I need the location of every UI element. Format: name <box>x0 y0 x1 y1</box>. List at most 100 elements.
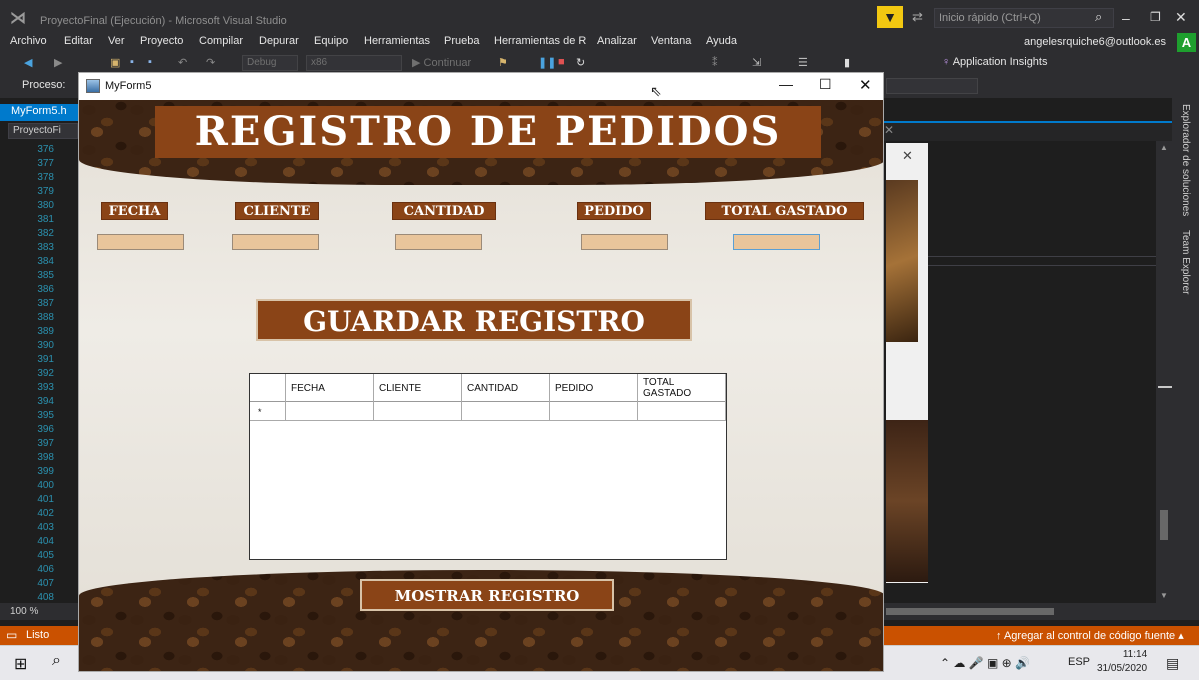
clock-time[interactable]: 11:14 <box>1110 649 1160 660</box>
notification-icon[interactable]: ▤ <box>1166 655 1179 672</box>
menu-depurar[interactable]: Depurar <box>259 35 299 47</box>
grid-cell[interactable] <box>462 402 550 421</box>
line-number: 406 <box>37 564 54 575</box>
new-row-marker: * <box>258 407 262 417</box>
close-icon[interactable]: ✕ <box>884 123 894 137</box>
bookmark-icon[interactable]: ▮ <box>844 56 850 69</box>
back-icon[interactable]: ◀ <box>24 56 32 69</box>
menu-compilar[interactable]: Compilar <box>199 35 243 47</box>
form-maximize-button[interactable]: ☐ <box>819 76 832 93</box>
mouse-cursor-icon: ⇖ <box>650 83 662 99</box>
menu-equipo[interactable]: Equipo <box>314 35 348 47</box>
form-minimize-button[interactable]: — <box>779 76 793 92</box>
menu-prueba[interactable]: Prueba <box>444 35 479 47</box>
vs-close-button[interactable]: ✕ <box>1175 9 1187 26</box>
guardar-registro-button[interactable]: GUARDAR REGISTRO <box>256 299 692 341</box>
account-email[interactable]: angelesrquiche6@outlook.es <box>1024 36 1166 48</box>
grid-row-header[interactable] <box>250 402 286 421</box>
scroll-thumb[interactable] <box>886 608 1054 615</box>
menu-ver[interactable]: Ver <box>108 35 125 47</box>
feedback-icon[interactable]: ⇄ <box>912 9 923 25</box>
line-number: 396 <box>37 424 54 435</box>
grid-col-fecha[interactable]: FECHA <box>286 374 374 402</box>
menu-archivo[interactable]: Archivo <box>10 35 47 47</box>
forward-icon[interactable]: ▶ <box>54 56 62 69</box>
open-folder-icon[interactable]: ▣ <box>110 56 120 69</box>
line-number: 399 <box>37 466 54 477</box>
vs-minimize-button[interactable]: – <box>1122 10 1130 26</box>
grid-cell[interactable] <box>638 402 726 421</box>
windows-start-icon[interactable]: ⊞ <box>14 654 27 674</box>
tab-file-name[interactable]: MyForm5.h <box>11 105 67 117</box>
scroll-thumb[interactable] <box>1160 510 1168 540</box>
pause-icon[interactable]: ❚❚ <box>538 56 556 69</box>
line-number-gutter: 376 377 378 379 380 381 382 383 384 385 386 387 388 3… <box>0 141 78 603</box>
app-insights-button[interactable]: ♀ Application Insights <box>942 56 1047 68</box>
form-close-button[interactable]: ✕ <box>859 76 872 94</box>
grid-cell[interactable] <box>550 402 638 421</box>
menu-ventana[interactable]: Ventana <box>651 35 691 47</box>
menu-herramientas-r[interactable]: Herramientas de R <box>494 35 586 47</box>
form-title-bar <box>79 73 883 100</box>
form-app-icon[interactable] <box>86 79 100 93</box>
menu-analizar[interactable]: Analizar <box>597 35 637 47</box>
scroll-up-icon[interactable]: ▲ <box>1160 143 1168 152</box>
save-all-icon[interactable]: ▪ <box>148 56 152 68</box>
grid-col-cliente[interactable]: CLIENTE <box>374 374 462 402</box>
notification-filter-icon[interactable]: ▼ <box>877 6 903 28</box>
grid-cell[interactable] <box>286 402 374 421</box>
line-number: 390 <box>37 340 54 351</box>
platform-select[interactable]: x86 <box>306 55 402 71</box>
menu-herramientas[interactable]: Herramientas <box>364 35 430 47</box>
line-number: 394 <box>37 396 54 407</box>
source-control-button[interactable]: ↑ Agregar al control de código fuente ▴ <box>996 629 1184 642</box>
input-language[interactable]: ESP <box>1068 656 1090 668</box>
editor-divider <box>928 256 1156 266</box>
team-explorer-tab[interactable]: Team Explorer <box>1180 230 1191 294</box>
right-tab-bar <box>884 121 1172 141</box>
account-avatar[interactable]: A <box>1177 33 1196 52</box>
clock-date[interactable]: 31/05/2020 <box>1097 663 1147 674</box>
thread-select[interactable] <box>886 78 978 94</box>
mostrar-registro-button[interactable]: MOSTRAR REGISTRO <box>360 579 614 611</box>
stop-icon[interactable]: ■ <box>558 56 565 68</box>
search-icon[interactable]: ⌕ <box>52 652 61 670</box>
system-tray-icons[interactable]: ⌃ ☁ 🎤 ▣ ⊕ 🔊 <box>940 656 1030 670</box>
grid-col-cantidad[interactable]: CANTIDAD <box>462 374 550 402</box>
project-nav-select[interactable]: ProyectoFi <box>8 123 78 139</box>
records-data-grid[interactable]: FECHA CLIENTE CANTIDAD PEDIDO TOTAL GAST… <box>249 373 727 560</box>
search-icon[interactable]: ⌕ <box>1095 9 1102 25</box>
menu-editar[interactable]: Editar <box>64 35 93 47</box>
scroll-down-icon[interactable]: ▼ <box>1160 591 1168 600</box>
continue-button[interactable]: ▶ Continuar <box>412 56 471 69</box>
grid-col-total-gastado[interactable]: TOTAL GASTADO <box>638 374 726 402</box>
background-window-image <box>886 180 918 342</box>
cliente-input[interactable] <box>232 234 319 250</box>
visual-studio-logo-icon: ⋊ <box>10 10 26 27</box>
fecha-input[interactable] <box>97 234 184 250</box>
cantidad-input[interactable] <box>395 234 482 250</box>
line-number: 407 <box>37 578 54 589</box>
menu-proyecto[interactable]: Proyecto <box>140 35 183 47</box>
format-icon[interactable]: ⁑ <box>712 56 718 69</box>
line-number: 395 <box>37 410 54 421</box>
step-icon[interactable]: ⇲ <box>752 56 761 69</box>
comment-icon[interactable]: ☰ <box>798 56 808 69</box>
configuration-select[interactable]: Debug <box>242 55 298 71</box>
restart-icon[interactable]: ↻ <box>576 56 585 69</box>
menu-ayuda[interactable]: Ayuda <box>706 35 737 47</box>
total-gastado-input[interactable] <box>733 234 820 250</box>
grid-row-header-corner[interactable] <box>250 374 286 402</box>
vs-restore-button[interactable]: ❐ <box>1150 10 1161 24</box>
undo-icon[interactable]: ↶ <box>178 56 187 69</box>
grid-cell[interactable] <box>374 402 462 421</box>
quick-launch-input[interactable]: Inicio rápido (Ctrl+Q) <box>934 8 1114 28</box>
zoom-level[interactable]: 100 % <box>0 603 78 620</box>
save-icon[interactable]: ▪ <box>130 56 134 68</box>
close-icon[interactable]: ✕ <box>902 148 913 164</box>
grid-col-pedido[interactable]: PEDIDO <box>550 374 638 402</box>
pedido-input[interactable] <box>581 234 668 250</box>
redo-icon[interactable]: ↷ <box>206 56 215 69</box>
find-icon[interactable]: ⚑ <box>498 56 508 69</box>
solution-explorer-tab[interactable]: Explorador de soluciones <box>1180 104 1191 216</box>
